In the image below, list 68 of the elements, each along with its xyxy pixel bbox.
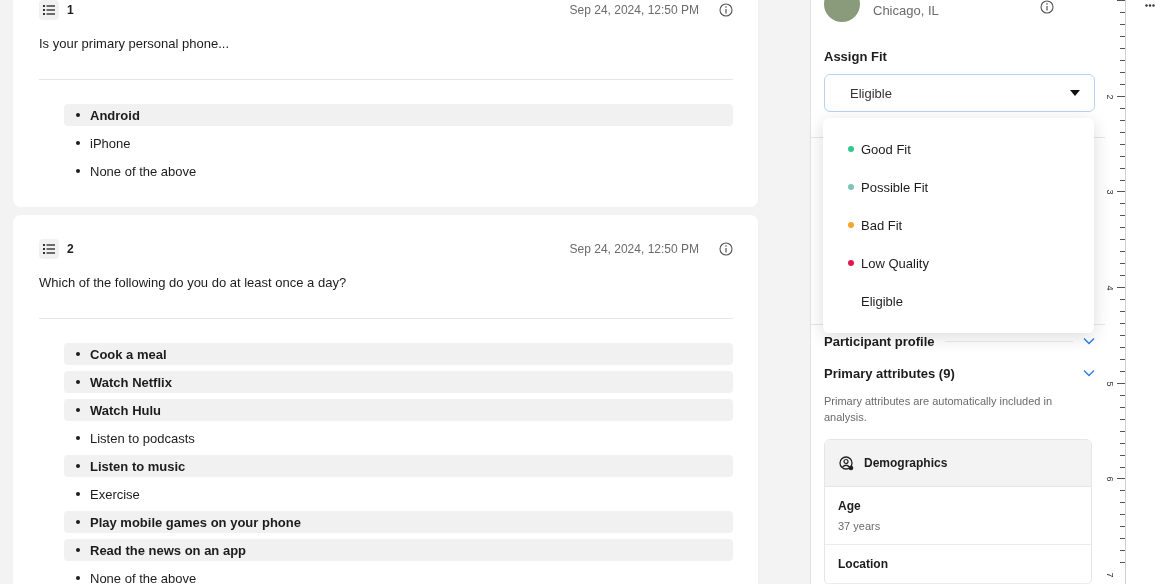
ruler-label: 3 (1104, 189, 1115, 195)
option-label: Bad Fit (861, 217, 903, 233)
question-number: 1 (67, 3, 74, 17)
answer-label: None of the above (90, 570, 197, 584)
answer-label: Watch Hulu (90, 402, 161, 418)
section-title: Participant profile (824, 333, 935, 349)
timestamp: Sep 24, 2024, 12:50 PM (569, 242, 699, 256)
attribute-label: Location (838, 557, 889, 571)
option-label: Low Quality (861, 255, 929, 271)
bullet-icon (76, 408, 80, 412)
answer-label: Watch Netflix (90, 374, 172, 390)
bullet-icon (76, 169, 80, 173)
info-icon[interactable] (719, 3, 733, 17)
bullet-icon (76, 436, 80, 440)
attribute-label: Age (838, 499, 862, 513)
bullet-icon (76, 520, 80, 524)
bullet-icon (76, 576, 80, 580)
card-title: Demographics (864, 456, 948, 470)
bullet-icon (76, 380, 80, 384)
answer-label: Exercise (90, 486, 140, 502)
participant-location: Chicago, IL (873, 3, 939, 18)
answer-label: Listen to music (90, 458, 186, 474)
info-icon[interactable] (719, 242, 733, 256)
answer-label: Play mobile games on your phone (90, 514, 301, 530)
bullet-icon (76, 352, 80, 356)
ruler-label: 2 (1104, 94, 1115, 100)
field-label: Assign Fit (824, 48, 888, 66)
question-number: 2 (67, 242, 74, 256)
list-icon (39, 239, 59, 259)
answer-label: Listen to podcasts (90, 430, 195, 446)
option-label: Eligible (861, 293, 903, 309)
option-label: Good Fit (861, 141, 911, 157)
chevron-down-icon[interactable] (1083, 369, 1095, 377)
attribute-value: 37 years (838, 520, 882, 532)
timestamp: Sep 24, 2024, 12:50 PM (569, 3, 699, 17)
answer-label: iPhone (90, 135, 131, 151)
dropdown-option[interactable]: Possible Fit (823, 168, 1094, 206)
chevron-down-icon[interactable] (1083, 337, 1095, 345)
answer-label: Read the news on an app (90, 542, 247, 558)
list-icon (39, 0, 59, 20)
answer-label: Cook a meal (90, 346, 167, 362)
dropdown-option[interactable]: Good Fit (823, 130, 1094, 168)
question-text: Which of the following do you do at least once a day? (39, 274, 348, 292)
ruler-label: 4 (1104, 285, 1115, 291)
bullet-icon (76, 492, 80, 496)
answer-label: Android (90, 107, 140, 123)
option-label: Possible Fit (861, 179, 929, 195)
user-badge-icon (839, 455, 854, 471)
caret-icon (1070, 90, 1080, 96)
dropdown-option[interactable]: Eligible (823, 282, 1094, 320)
bullet-icon (76, 548, 80, 552)
question-text: Is your primary personal phone... (39, 35, 231, 53)
section-title: Primary attributes (9) (824, 365, 955, 381)
more-icon[interactable] (1145, 4, 1155, 7)
bullet-icon (76, 464, 80, 468)
bullet-icon (76, 113, 80, 117)
answer-label: None of the above (90, 163, 197, 179)
section-toggle[interactable]: Primary attributes (9) (824, 357, 1095, 389)
ruler-label: 7 (1104, 572, 1115, 578)
fit-select[interactable]: Eligible (824, 74, 1095, 112)
info-icon[interactable] (1040, 0, 1054, 14)
dropdown-option[interactable]: Bad Fit (823, 206, 1094, 244)
dropdown-option[interactable]: Low Quality (823, 244, 1094, 282)
bullet-icon (76, 141, 80, 145)
description-text: Primary attributes are automatically included in analysis. (824, 394, 1054, 425)
section-toggle[interactable]: Participant profile (824, 325, 1095, 357)
ruler-label: 6 (1104, 476, 1115, 482)
ruler-label: 5 (1104, 381, 1115, 387)
